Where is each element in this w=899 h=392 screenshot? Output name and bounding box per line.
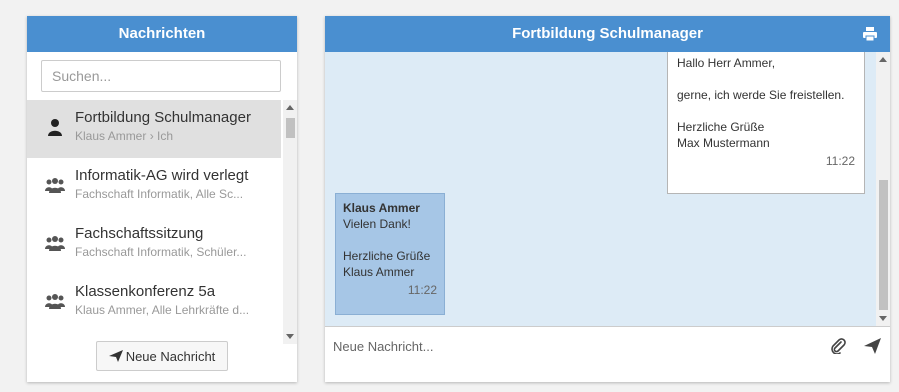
conversation-title: Fachschaftssitzung (75, 225, 204, 242)
conversation-item-fortbildung[interactable]: Fortbildung Schulmanager Klaus Ammer › I… (27, 100, 281, 158)
message-sender: Klaus Ammer (343, 201, 420, 215)
conversation-title: Fortbildung Schulmanager (75, 109, 251, 126)
group-icon (45, 178, 65, 193)
chat-title: Fortbildung Schulmanager (512, 25, 703, 42)
message-line: Vielen Dank! (343, 217, 411, 231)
group-icon (45, 236, 65, 251)
new-message-button[interactable]: Neue Nachricht (96, 341, 228, 371)
message-line: gerne, ich werde Sie freistellen. (677, 88, 845, 102)
conversation-title: Klassenkonferenz 5a (75, 283, 216, 300)
chat-panel: Fortbildung Schulmanager Hallo Herr Amme… (325, 16, 890, 382)
conversation-title: Informatik-AG wird verlegt (75, 167, 249, 184)
conversation-list-scrollbar[interactable] (283, 100, 297, 344)
conversation-item-informatik-ag[interactable]: Informatik-AG wird verlegt Fachschaft In… (27, 158, 281, 216)
conversation-item-klassenkonferenz[interactable]: Klassenkonferenz 5a Klaus Ammer, Alle Le… (27, 274, 281, 332)
incoming-message: Klaus Ammer Vielen Dank! Herzliche Grüße… (335, 193, 445, 315)
conversation-subtitle: Fachschaft Informatik, Alle Sc... (75, 187, 244, 201)
user-icon (48, 119, 62, 136)
send-icon (108, 350, 123, 362)
outgoing-message: Hallo Herr Ammer, gerne, ich werde Sie f… (667, 52, 865, 194)
conversations-header: Nachrichten (27, 16, 297, 52)
print-icon[interactable] (862, 26, 878, 42)
scrollbar-thumb[interactable] (879, 180, 888, 310)
conversation-list-viewport: Fortbildung Schulmanager Klaus Ammer › I… (27, 100, 297, 344)
message-time: 11:22 (825, 154, 855, 168)
conversation-subtitle: Fachschaft Informatik, Schüler... (75, 245, 247, 259)
scroll-up-arrow-icon[interactable] (286, 105, 294, 110)
message-time: 11:22 (407, 283, 437, 297)
search-wrap (27, 52, 297, 98)
conversation-list: Fortbildung Schulmanager Klaus Ammer › I… (27, 100, 281, 332)
chat-header: Fortbildung Schulmanager (325, 16, 890, 52)
conversations-panel: Nachrichten Fortbildung Schulmanager Kla… (27, 16, 297, 382)
compose-input[interactable] (333, 336, 813, 356)
new-message-label: Neue Nachricht (125, 348, 216, 364)
compose-area (325, 326, 890, 382)
message-line: Hallo Herr Ammer, (677, 56, 776, 70)
send-icon[interactable] (864, 338, 881, 354)
scrollbar-thumb[interactable] (286, 118, 295, 138)
conversation-subtitle: Klaus Ammer, Alle Lehrkräfte d... (75, 303, 250, 317)
search-input[interactable] (41, 60, 281, 92)
message-line: Herzliche Grüße (343, 249, 431, 263)
message-line: Klaus Ammer (343, 265, 415, 279)
conversation-item-fachschaftssitzung[interactable]: Fachschaftssitzung Fachschaft Informatik… (27, 216, 281, 274)
message-line: Herzliche Grüße (677, 120, 765, 134)
scroll-down-arrow-icon[interactable] (286, 334, 294, 339)
group-icon (45, 294, 65, 309)
message-thread-scrollbar[interactable] (876, 52, 890, 326)
conversation-subtitle: Klaus Ammer › Ich (75, 129, 174, 143)
scroll-down-arrow-icon[interactable] (879, 316, 887, 321)
message-line: Max Mustermann (677, 136, 770, 150)
scroll-up-arrow-icon[interactable] (879, 57, 887, 62)
message-thread: Hallo Herr Ammer, gerne, ich werde Sie f… (325, 52, 890, 326)
paperclip-icon[interactable] (830, 338, 846, 354)
